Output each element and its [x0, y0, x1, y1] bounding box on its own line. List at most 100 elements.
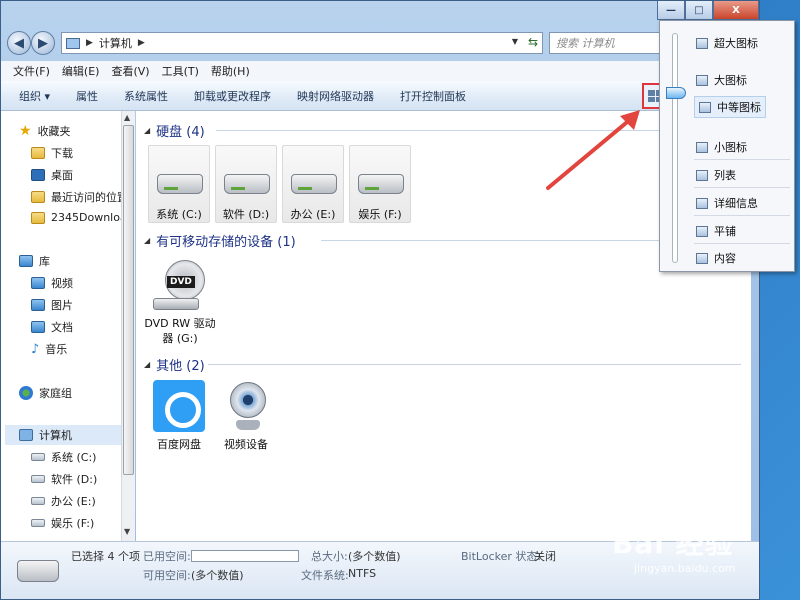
list-icon: [696, 169, 708, 181]
tile-label: 办公 (E:): [290, 208, 336, 221]
sidebar-item-desktop[interactable]: 桌面: [31, 167, 73, 183]
menu-help[interactable]: 帮助(H): [211, 63, 250, 79]
video-device-tile[interactable]: 视频设备: [215, 375, 277, 453]
open-control-panel-button[interactable]: 打开控制面板: [400, 88, 466, 104]
sidebar-item-pictures[interactable]: 图片: [31, 297, 73, 313]
group-removable[interactable]: ◢ 有可移动存储的设备 (1): [144, 231, 296, 250]
used-space-bar: [191, 550, 299, 562]
folder-icon: [31, 211, 45, 224]
menu-separator: [694, 159, 790, 160]
sidebar-homegroup[interactable]: 家庭组: [19, 385, 72, 401]
drive-tile-d[interactable]: 软件 (D:): [215, 145, 277, 223]
menu-tools[interactable]: 工具(T): [162, 63, 199, 79]
webcam-icon: [230, 382, 266, 418]
view-list[interactable]: 列表: [696, 167, 736, 183]
sidebar-scrollbar[interactable]: ▲ ▼: [121, 111, 135, 541]
sidebar-item-label: 软件 (D:): [51, 473, 98, 486]
view-extra-large-icons[interactable]: 超大图标: [696, 35, 758, 51]
sidebar-item-drive-f[interactable]: 娱乐 (F:): [31, 515, 94, 531]
library-icon: [19, 255, 33, 267]
drive-tile-e[interactable]: 办公 (E:): [282, 145, 344, 223]
tile-label: DVD RW 驱动器 (G:): [144, 317, 216, 345]
webcam-base-icon: [236, 420, 260, 430]
view-content[interactable]: 内容: [696, 250, 736, 266]
group-other[interactable]: ◢ 其他 (2): [144, 355, 205, 374]
view-tiles[interactable]: 平铺: [696, 223, 736, 239]
properties-button[interactable]: 属性: [76, 88, 98, 104]
chevron-down-icon[interactable]: ▼: [512, 37, 518, 46]
view-details[interactable]: 详细信息: [696, 195, 758, 211]
menu-view[interactable]: 查看(V): [111, 63, 149, 79]
sidebar-item-videos[interactable]: 视频: [31, 275, 73, 291]
minimize-button[interactable]: —: [657, 1, 685, 20]
drive-tile-f[interactable]: 娱乐 (F:): [349, 145, 411, 223]
baidu-netdisk-tile[interactable]: 百度网盘: [148, 375, 210, 453]
menu-item-label: 小图标: [714, 141, 747, 154]
menu-item-label: 大图标: [714, 74, 747, 87]
sidebar-favorites[interactable]: ★ 收藏夹: [19, 123, 71, 139]
sidebar-computer[interactable]: 计算机: [5, 425, 121, 445]
uninstall-program-button[interactable]: 卸载或更改程序: [194, 88, 271, 104]
address-bar[interactable]: ▶ 计算机 ▶ ▼ ⇆: [61, 32, 543, 54]
recent-places-icon: [31, 191, 45, 203]
sidebar-item-label: 文档: [51, 321, 73, 334]
collapse-triangle-icon[interactable]: ◢: [144, 360, 150, 369]
view-medium-icons[interactable]: 中等图标: [694, 96, 766, 118]
sidebar-item-drive-d[interactable]: 软件 (D:): [31, 471, 97, 487]
drive-tile-c[interactable]: 系统 (C:): [148, 145, 210, 223]
sidebar-item-label: 图片: [51, 299, 73, 312]
drive-icon: [31, 475, 45, 483]
breadcrumb-separator-icon[interactable]: ▶: [86, 38, 93, 48]
menu-file[interactable]: 文件(F): [13, 63, 50, 79]
dvd-drive-tile[interactable]: DVD DVD RW 驱动器 (G:): [144, 253, 216, 345]
picture-library-icon: [31, 299, 45, 311]
close-button[interactable]: X: [713, 1, 759, 20]
breadcrumb-computer[interactable]: 计算机: [99, 35, 132, 51]
view-large-icons[interactable]: 大图标: [696, 72, 747, 88]
view-slider-track[interactable]: [672, 33, 678, 263]
menu-edit[interactable]: 编辑(E): [62, 63, 100, 79]
maximize-button[interactable]: □: [685, 1, 713, 20]
sidebar-item-label: 家庭组: [39, 387, 72, 400]
sidebar-item-documents[interactable]: 文档: [31, 319, 73, 335]
sidebar-item-label: 计算机: [39, 429, 72, 442]
bitlocker-label: BitLocker 状态:: [461, 550, 542, 563]
sidebar-item-label: 下载: [51, 147, 73, 160]
scroll-down-icon[interactable]: ▼: [124, 527, 130, 536]
organize-button[interactable]: 组织 ▾: [19, 88, 50, 104]
group-title: 其他 (2): [156, 359, 205, 374]
sidebar-libraries[interactable]: 库: [19, 253, 50, 269]
back-button[interactable]: ◀: [7, 31, 31, 55]
breadcrumb-separator-icon[interactable]: ▶: [138, 38, 145, 48]
scroll-up-icon[interactable]: ▲: [124, 113, 130, 122]
title-bar[interactable]: — □ X: [1, 1, 759, 25]
menu-item-label: 平铺: [714, 225, 736, 238]
map-network-drive-button[interactable]: 映射网络驱动器: [297, 88, 374, 104]
scroll-thumb[interactable]: [123, 125, 134, 475]
system-drive-icon: [31, 453, 45, 461]
group-hard-disks[interactable]: ◢ 硬盘 (4): [144, 121, 205, 140]
sidebar-item-recent[interactable]: 最近访问的位置: [31, 189, 128, 205]
sidebar-item-2345downloads[interactable]: 2345Downloads: [31, 211, 134, 224]
menu-item-label: 中等图标: [717, 101, 761, 114]
collapse-triangle-icon[interactable]: ◢: [144, 236, 150, 245]
baidu-netdisk-icon: [153, 380, 205, 432]
view-small-icons[interactable]: 小图标: [696, 139, 747, 155]
refresh-icon[interactable]: ⇆: [528, 35, 538, 49]
star-icon: ★: [19, 123, 32, 139]
computer-icon: [19, 429, 33, 441]
tile-label: 娱乐 (F:): [358, 208, 402, 221]
view-slider-thumb[interactable]: [666, 87, 686, 99]
bitlocker-value: 关闭: [534, 550, 556, 563]
system-properties-button[interactable]: 系统属性: [124, 88, 168, 104]
navigation-row: ◀ ▶ ▶ 计算机 ▶ ▼ ⇆ 搜索 计算机: [1, 29, 759, 57]
collapse-triangle-icon[interactable]: ◢: [144, 126, 150, 135]
sidebar-item-drive-e[interactable]: 办公 (E:): [31, 493, 96, 509]
sidebar-item-music[interactable]: ♪ 音乐: [31, 341, 67, 357]
hard-drive-icon: [224, 174, 270, 194]
group-title: 硬盘 (4): [156, 125, 205, 140]
forward-button[interactable]: ▶: [31, 31, 55, 55]
document-library-icon: [31, 321, 45, 333]
sidebar-item-drive-c[interactable]: 系统 (C:): [31, 449, 96, 465]
sidebar-item-downloads[interactable]: 下载: [31, 145, 73, 161]
